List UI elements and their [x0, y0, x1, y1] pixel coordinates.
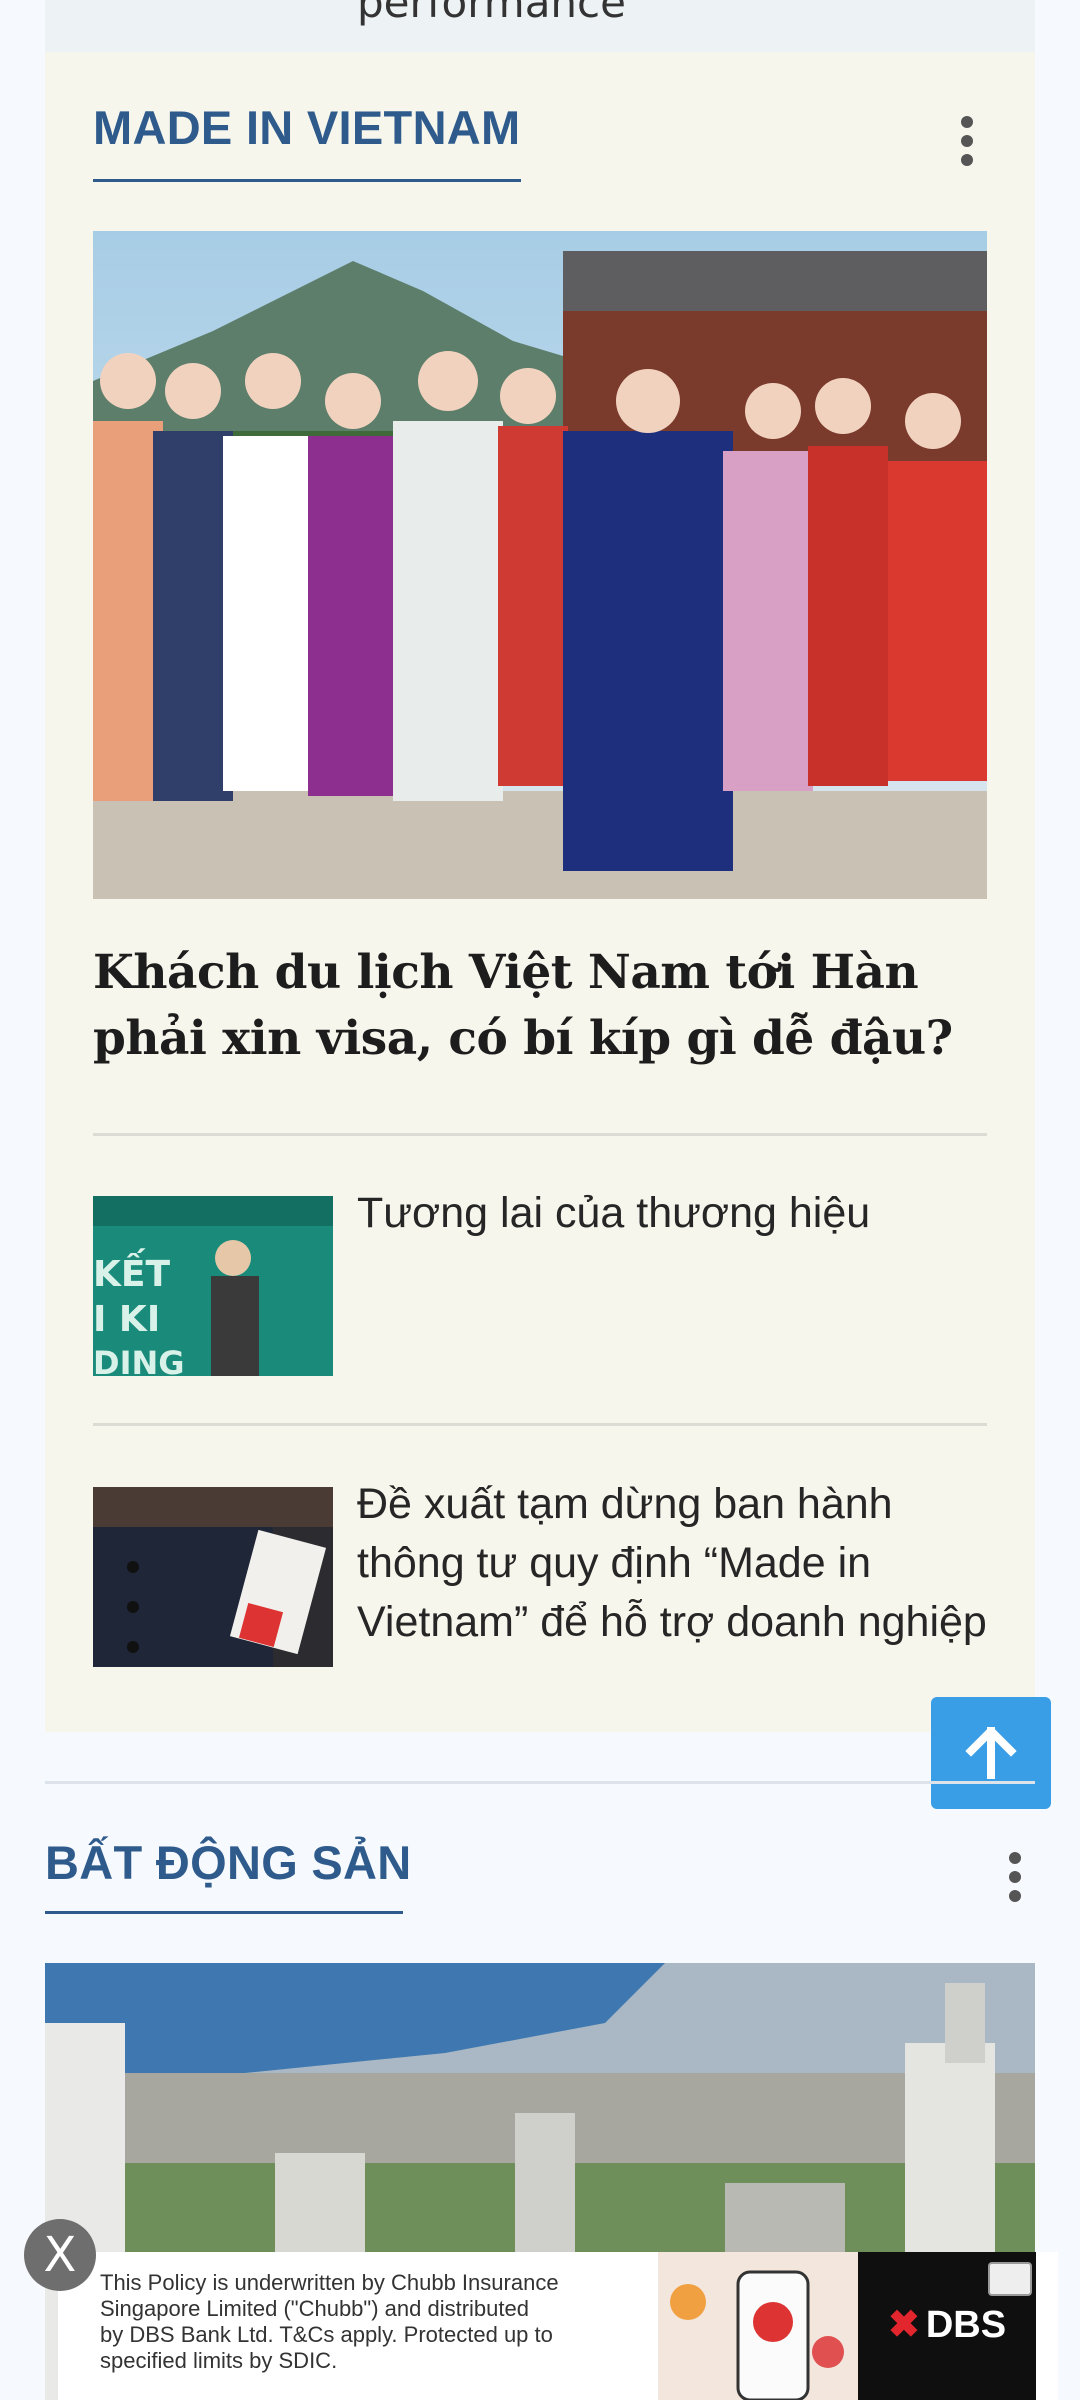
section-title-underline — [45, 1911, 403, 1914]
ad-line: specified limits by SDIC. — [100, 2348, 338, 2373]
featured-article-image[interactable] — [93, 231, 987, 899]
article-thumbnail[interactable] — [93, 1487, 333, 1667]
article-thumbnail[interactable]: KẾT I KI DING — [93, 1196, 333, 1376]
previous-article-strip[interactable]: performance — [45, 0, 1035, 52]
ad-illustration — [658, 2252, 858, 2400]
kebab-menu-icon[interactable] — [1007, 1852, 1023, 1902]
scroll-to-top-button[interactable] — [931, 1697, 1051, 1809]
ad-line: Singapore Limited ("Chubb") and distribu… — [100, 2296, 529, 2321]
dbs-logo: ✖ DBS — [888, 2304, 1007, 2346]
ad-choices-icon[interactable] — [988, 2262, 1032, 2296]
article-title[interactable]: Đề xuất tạm dừng ban hành thông tư quy đ… — [357, 1475, 997, 1652]
section-title-underline — [93, 179, 521, 182]
svg-text:I KI: I KI — [93, 1299, 160, 1340]
featured-article-headline[interactable]: Khách du lịch Việt Nam tới Hàn phải xin … — [93, 940, 983, 1072]
kebab-menu-icon[interactable] — [959, 116, 975, 166]
ad-line: by DBS Bank Ltd. T&Cs apply. Protected u… — [100, 2322, 553, 2347]
ad-line: This Policy is underwritten by Chubb Ins… — [100, 2270, 559, 2295]
close-ad-button[interactable]: X — [24, 2219, 96, 2291]
arrow-up-icon — [965, 1727, 1017, 1779]
svg-text:KẾT: KẾT — [93, 1248, 170, 1295]
section-title-made-in-vietnam[interactable]: MADE IN VIETNAM — [93, 100, 521, 155]
section-separator — [45, 1781, 1035, 1784]
svg-text:DING: DING — [93, 1344, 185, 1376]
article-title[interactable]: Tương lai của thương hiệu — [357, 1184, 997, 1243]
section-title-bat-dong-san[interactable]: BẤT ĐỘNG SẢN — [45, 1835, 412, 1890]
divider — [93, 1423, 987, 1426]
ad-disclaimer: This Policy is underwritten by Chubb Ins… — [100, 2270, 660, 2374]
advertisement-banner[interactable]: This Policy is underwritten by Chubb Ins… — [58, 2252, 1058, 2400]
previous-article-title[interactable]: performance — [357, 0, 626, 27]
divider — [93, 1133, 987, 1136]
